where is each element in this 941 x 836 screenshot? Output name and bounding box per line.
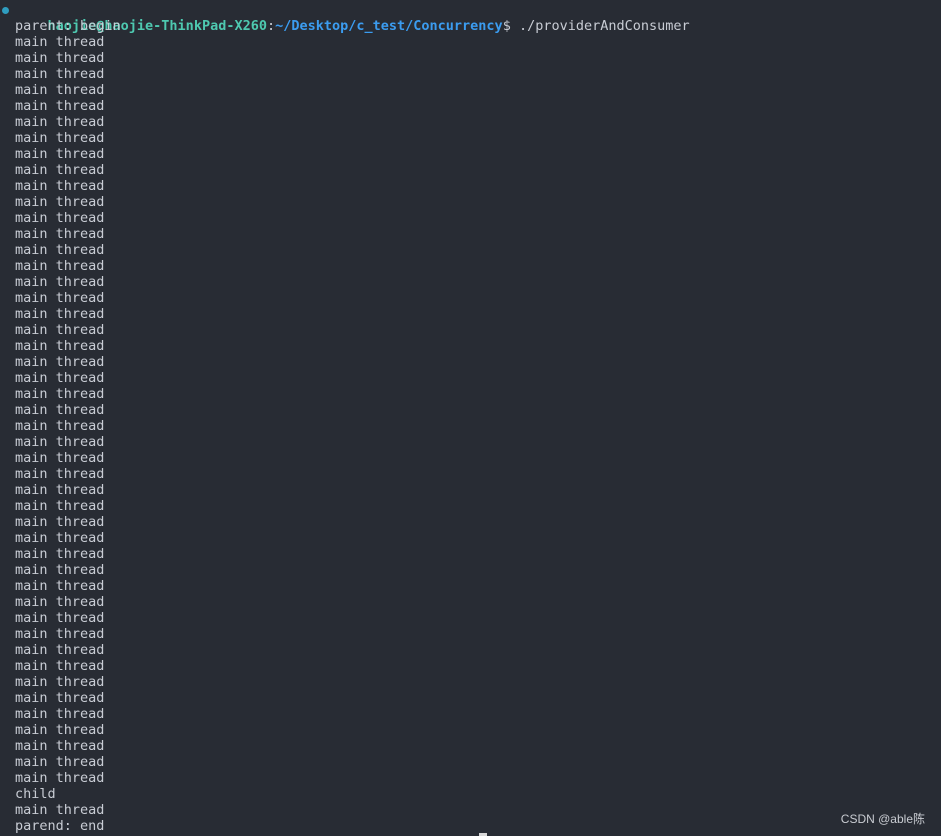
output-line: main thread: [15, 482, 105, 498]
output-line: main thread: [15, 530, 105, 546]
output-line: main thread: [15, 802, 105, 818]
output-line: main thread: [15, 450, 105, 466]
output-line: main thread: [15, 658, 105, 674]
output-line: main thread: [15, 738, 105, 754]
terminal-window[interactable]: haojie@haojie-ThinkPad-X260:~/Desktop/c_…: [0, 0, 941, 836]
output-line: main thread: [15, 498, 105, 514]
output-line: main thread: [15, 114, 105, 130]
output-line: main thread: [15, 146, 105, 162]
output-line: main thread: [15, 34, 105, 50]
output-line: main thread: [15, 322, 105, 338]
output-line: main thread: [15, 386, 105, 402]
output-line: main thread: [15, 642, 105, 658]
output-line: main thread: [15, 194, 105, 210]
output-line: main thread: [15, 82, 105, 98]
output-line: main thread: [15, 402, 105, 418]
output-line: main thread: [15, 210, 105, 226]
terminal-output: parent: begin main thread main thread main …: [0, 18, 941, 834]
prompt-line: haojie@haojie-ThinkPad-X260:~/Desktop/c_…: [0, 2, 941, 34]
output-line: main thread: [15, 226, 105, 242]
output-line: main thread: [15, 690, 105, 706]
output-line: main thread: [15, 578, 105, 594]
output-line: main thread: [15, 370, 105, 386]
output-line: main thread: [15, 66, 105, 82]
output-line: main thread: [15, 546, 105, 562]
output-line: main thread: [15, 418, 105, 434]
output-line: main thread: [15, 258, 105, 274]
output-line: main thread: [15, 434, 105, 450]
output-line: main thread: [15, 50, 105, 66]
output-line: child: [15, 786, 56, 802]
output-line: main thread: [15, 514, 105, 530]
output-line: main thread: [15, 306, 105, 322]
output-line: main thread: [15, 610, 105, 626]
output-line: main thread: [15, 674, 105, 690]
output-line: main thread: [15, 98, 105, 114]
output-line: main thread: [15, 770, 105, 786]
output-line: main thread: [15, 722, 105, 738]
output-line: main thread: [15, 754, 105, 770]
watermark: CSDN @able陈: [840, 812, 925, 826]
output-line: main thread: [15, 274, 105, 290]
output-line: main thread: [15, 242, 105, 258]
output-line: main thread: [15, 178, 105, 194]
output-line: main thread: [15, 162, 105, 178]
output-line: parend: end: [15, 818, 105, 834]
output-line: main thread: [15, 626, 105, 642]
output-line: main thread: [15, 338, 105, 354]
output-line: main thread: [15, 594, 105, 610]
output-line: main thread: [15, 466, 105, 482]
output-line: parent: begin: [15, 18, 121, 34]
prompt-status-dot-icon: [2, 7, 9, 14]
output-line: main thread: [15, 290, 105, 306]
output-line: main thread: [15, 354, 105, 370]
output-line: main thread: [15, 706, 105, 722]
output-line: main thread: [15, 130, 105, 146]
output-line: main thread: [15, 562, 105, 578]
